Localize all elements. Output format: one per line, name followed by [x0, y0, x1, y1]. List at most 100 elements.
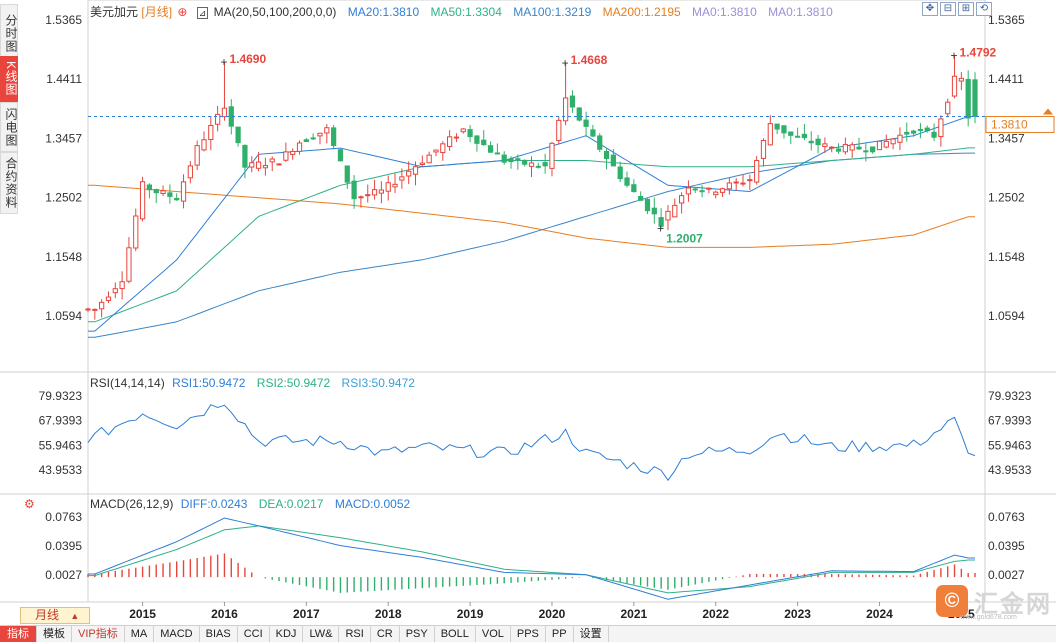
current-price-value: 1.3810: [991, 117, 1028, 131]
candle-up: [187, 165, 193, 179]
candle-up: [201, 139, 207, 151]
tab-macd[interactable]: MACD: [154, 626, 200, 642]
tab-pp[interactable]: PP: [546, 626, 574, 642]
candle-up: [133, 215, 139, 249]
tab-ma[interactable]: MA: [125, 626, 155, 642]
tab-cci[interactable]: CCI: [238, 626, 270, 642]
year-label: 2018: [375, 607, 402, 621]
candle-down: [692, 188, 698, 191]
tab-vol[interactable]: VOL: [476, 626, 511, 642]
tab-bias[interactable]: BIAS: [200, 626, 238, 642]
candle-down: [781, 125, 787, 134]
candle-up: [829, 146, 835, 149]
candle-up: [678, 195, 685, 204]
candle-down: [794, 135, 801, 138]
candle-down: [924, 127, 930, 132]
price-tick-left: 1.1548: [45, 250, 82, 264]
candle-up: [371, 189, 378, 196]
price-tick-right: 1.5365: [988, 13, 1025, 27]
candle-up: [460, 128, 466, 133]
candle-up: [85, 308, 91, 311]
tab-templates[interactable]: 模板: [37, 626, 72, 642]
macd-tick-right: 0.0395: [988, 539, 1025, 553]
year-label: 2020: [539, 607, 566, 621]
candle-down: [603, 150, 610, 160]
price-tick-left: 1.5365: [45, 13, 82, 27]
candle-down: [542, 162, 548, 167]
period-selector[interactable]: 月线 ▲: [20, 607, 90, 624]
tab-boll[interactable]: BOLL: [435, 626, 476, 642]
ma100-line: [88, 152, 975, 338]
candle-up: [324, 127, 330, 134]
candle-up: [685, 187, 692, 195]
settings-icon[interactable]: ⊕: [177, 5, 187, 19]
candle-down: [917, 128, 924, 131]
tab-rsi[interactable]: RSI: [339, 626, 371, 642]
edit-icon[interactable]: ⊿: [196, 7, 209, 19]
candle-down: [931, 131, 937, 138]
tab-psy[interactable]: PSY: [400, 626, 435, 642]
candle-down: [235, 126, 241, 144]
candle-down: [617, 166, 623, 180]
move-icon[interactable]: ✥: [922, 2, 938, 16]
tab-cr[interactable]: CR: [371, 626, 400, 642]
ma-indicator-label: MA(20,50,100,200,0,0): [213, 5, 337, 19]
candle-up: [951, 75, 958, 97]
candle-up: [365, 194, 371, 197]
candle-down: [638, 196, 644, 201]
ma0-value-b: MA0:1.3810: [768, 5, 833, 19]
candle-up: [453, 136, 460, 139]
candle-down: [856, 146, 862, 150]
candle-up: [358, 196, 364, 199]
candle-down: [815, 138, 821, 146]
price-tick-left: 1.3457: [45, 131, 82, 145]
candle-down: [167, 192, 173, 197]
peak-marker: +: [951, 49, 958, 63]
candle-down: [522, 159, 528, 165]
candle-up: [406, 170, 412, 177]
rsi2-value: RSI2:50.9472: [256, 376, 331, 390]
candle-down: [576, 107, 582, 121]
candle-up: [99, 301, 105, 310]
tab-indicators[interactable]: 指标: [0, 626, 37, 642]
candle-up: [112, 288, 118, 294]
tab-lw[interactable]: LW&: [303, 626, 340, 642]
candle-down: [303, 139, 309, 143]
candle-up: [849, 144, 855, 151]
candle-up: [672, 204, 678, 218]
macd-tick-left: 0.0395: [45, 539, 82, 553]
rsi-tick-left: 67.9393: [39, 414, 83, 428]
tab-settings[interactable]: 设置: [574, 626, 609, 642]
rsi-line: [87, 404, 976, 482]
candle-up: [262, 165, 269, 169]
refresh-icon[interactable]: ⟲: [976, 2, 992, 16]
rsi1-value: RSI1:50.9472: [172, 376, 246, 390]
candle-up: [255, 161, 262, 169]
tab-pps[interactable]: PPS: [511, 626, 546, 642]
peak-price-label: 1.4792: [960, 46, 997, 60]
candle-up: [208, 124, 214, 140]
macd-value: MACD:0.0052: [334, 497, 411, 511]
year-label: 2015: [129, 607, 156, 621]
diff-line: [88, 517, 975, 600]
macd-tick-left: 0.0763: [45, 510, 82, 524]
ma200-line: [88, 184, 975, 248]
zoom-in-icon[interactable]: ⊞: [958, 2, 974, 16]
candle-down: [310, 137, 316, 140]
ma0-value-a: MA0:1.3810: [692, 5, 757, 19]
site-logo: © 汇金网: [936, 584, 1052, 618]
year-label: 2019: [457, 607, 484, 621]
candle-down: [515, 158, 521, 161]
macd-gear-icon[interactable]: ⚙: [24, 497, 35, 511]
instrument-name: 美元加元: [90, 5, 139, 19]
zoom-out-icon[interactable]: ⊟: [940, 2, 956, 16]
candle-up: [283, 151, 289, 161]
tab-kdj[interactable]: KDJ: [270, 626, 304, 642]
candle-down: [610, 154, 616, 167]
dea-line: [88, 525, 975, 594]
candle-down: [624, 177, 630, 186]
rsi-tick-right: 79.9323: [988, 389, 1032, 403]
tab-vip-indicators[interactable]: VIP指标: [72, 626, 125, 642]
candle-up: [399, 176, 405, 181]
candle-up: [876, 140, 883, 151]
